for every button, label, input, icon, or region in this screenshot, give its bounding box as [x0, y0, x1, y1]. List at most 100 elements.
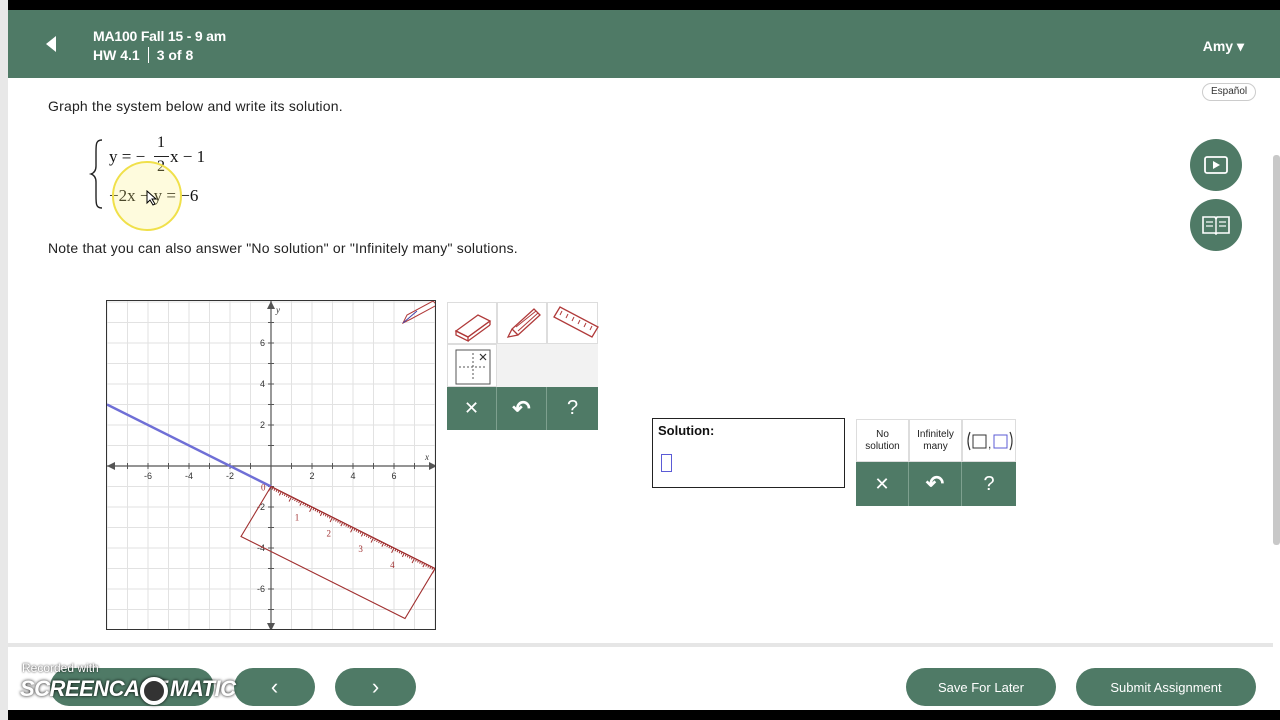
- ruler-tick: [422, 563, 426, 568]
- coordinate-plane[interactable]: -6 -4 -2 2 4 6642-2-4-6xy12340: [107, 301, 436, 630]
- graph-help-button[interactable]: ?: [547, 387, 598, 430]
- ruler-tick: [349, 526, 352, 529]
- next-question-button[interactable]: ›: [335, 668, 416, 706]
- infinitely-many-button[interactable]: Infinitely many: [909, 419, 962, 462]
- solution-box: Solution:: [652, 418, 845, 488]
- ruler-tick: [408, 555, 411, 559]
- eraser-icon: [454, 314, 492, 343]
- watermark-line-1: Recorded with: [22, 661, 99, 675]
- ruler-tick: [400, 551, 403, 555]
- ruler-tick: [302, 502, 305, 506]
- ruler-tick: [345, 524, 348, 527]
- play-video-icon: [1204, 156, 1228, 174]
- ruler-tick: [365, 534, 368, 538]
- footer-divider: [8, 643, 1273, 647]
- page-scrollbar[interactable]: [1273, 155, 1280, 545]
- x-tick-label: -2: [226, 471, 234, 481]
- ruler-tick: [319, 511, 323, 517]
- left-edge-strip: [0, 0, 8, 720]
- ruler-tick: [333, 518, 335, 521]
- ruler-tool[interactable]: [547, 302, 599, 344]
- question-counter: 3 of 8: [156, 47, 194, 63]
- x-tick-label: 2: [309, 471, 314, 481]
- eraser-tool[interactable]: [447, 302, 497, 344]
- ruler-tick: [367, 535, 370, 539]
- ruler-tick: [335, 519, 338, 522]
- answer-clear-button[interactable]: ✕: [856, 462, 909, 506]
- solution-label: Solution:: [658, 423, 715, 438]
- ruler-tick: [273, 488, 276, 491]
- y-axis-arrow-down: [267, 623, 275, 629]
- ruler-tick: [398, 550, 401, 554]
- ruler-tick: [285, 494, 288, 498]
- video-button[interactable]: [1190, 139, 1242, 191]
- graph-clear-button[interactable]: ✕: [447, 387, 497, 430]
- mouse-cursor-icon: [146, 190, 158, 206]
- ruler-tick: [359, 531, 362, 534]
- submit-assignment-button[interactable]: Submit Assignment: [1076, 668, 1256, 706]
- ruler-tick: [326, 514, 329, 518]
- ruler-mark-label: 3: [358, 544, 363, 554]
- espanol-button[interactable]: Español: [1202, 83, 1257, 101]
- textbook-button[interactable]: [1190, 199, 1242, 251]
- answer-undo-button[interactable]: ↶: [909, 462, 962, 506]
- previous-question-button[interactable]: ‹: [234, 668, 315, 706]
- ruler-tick: [378, 540, 381, 544]
- ordered-pair-button[interactable]: ,: [962, 419, 1016, 462]
- watermark-logo-icon: [140, 677, 168, 705]
- save-for-later-button[interactable]: Save For Later: [906, 668, 1056, 706]
- ruler-tick: [421, 562, 424, 565]
- user-menu[interactable]: Amy ▾: [1203, 38, 1244, 55]
- solution-input[interactable]: [661, 454, 672, 472]
- ruler-tick: [337, 520, 340, 523]
- y-tick-label: -6: [257, 584, 265, 594]
- homework-name: HW 4.1: [93, 47, 140, 63]
- ruler-body[interactable]: [240, 485, 435, 620]
- graph-undo-button[interactable]: ↶: [497, 387, 547, 430]
- pencil-tool[interactable]: [497, 302, 547, 344]
- equation-1-numerator: 1: [157, 134, 165, 151]
- screencast-watermark: Recorded with SCREENCAST MATIC: [20, 660, 236, 710]
- ruler-tick: [328, 516, 331, 519]
- ruler-tick: [339, 521, 342, 524]
- ruler-mark-label: 2: [327, 528, 332, 538]
- ruler-tick: [401, 552, 405, 558]
- homework-position: HW 4.1 3 of 8: [93, 47, 193, 63]
- answer-help-button[interactable]: ?: [962, 462, 1016, 506]
- ruler-tick: [281, 492, 284, 496]
- ruler-tick: [296, 499, 299, 503]
- ruler-tick: [287, 495, 290, 499]
- no-solution-line-2: solution: [865, 440, 900, 452]
- y-tick-label: 4: [260, 379, 265, 389]
- x-tick-label: -6: [144, 471, 152, 481]
- ruler-tick: [318, 510, 321, 514]
- ruler-tick: [294, 498, 297, 502]
- ruler-tick: [357, 530, 360, 533]
- ruler-tick: [360, 532, 364, 537]
- ruler-tick: [308, 505, 311, 509]
- book-icon: [1202, 216, 1230, 236]
- ruler-tick: [396, 549, 399, 553]
- back-arrow-icon[interactable]: [44, 34, 58, 54]
- ruler-tick: [394, 548, 397, 552]
- assignment-header: MA100 Fall 15 - 9 am HW 4.1 3 of 8 Amy ▾: [8, 10, 1280, 78]
- ruler-tick: [431, 567, 434, 570]
- ruler-tick: [298, 500, 301, 504]
- graph-area[interactable]: -6 -4 -2 2 4 6 6 4 2 -2 -4 -6 x y 1 2 3 4 0: [106, 300, 436, 630]
- ruler-tick: [415, 559, 417, 562]
- grid-icon: [455, 349, 491, 385]
- ruler-tick: [316, 509, 319, 513]
- ruler-tick: [343, 523, 346, 526]
- no-solution-button[interactable]: No solution: [856, 419, 909, 462]
- ruler-tick: [425, 564, 428, 567]
- ruler-tick: [278, 491, 282, 496]
- ruler-tick: [374, 538, 376, 542]
- ruler-tick: [386, 544, 389, 548]
- graph-settings-tool[interactable]: [447, 344, 497, 387]
- ruler-tick: [304, 503, 307, 507]
- ruler-tick: [324, 513, 327, 517]
- watermark-line-3: MATIC: [170, 676, 236, 701]
- pencil-icon: [506, 308, 541, 338]
- ruler-tick: [384, 543, 387, 547]
- ruler-tick: [355, 529, 358, 532]
